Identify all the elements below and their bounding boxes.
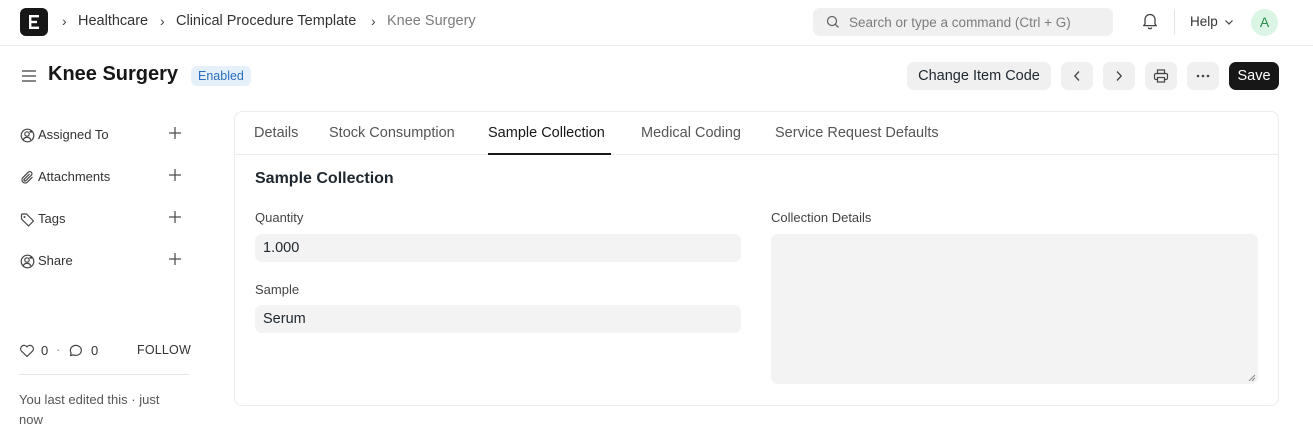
chevron-right-icon [1116,71,1123,81]
add-share-plus-icon[interactable] [168,252,182,266]
save-button[interactable]: Save [1229,62,1279,90]
navbar: › Healthcare › Clinical Procedure Templa… [0,0,1313,46]
tag-icon [20,213,35,227]
tab-stock-consumption[interactable]: Stock Consumption [329,125,455,141]
heart-icon[interactable] [19,343,35,358]
sidebar-item-tags[interactable]: Tags [20,210,185,230]
user-plus-icon [20,128,35,143]
next-record-button[interactable] [1103,62,1135,90]
sidebar-item-share[interactable]: Share [20,252,185,272]
comments-count: 0 [91,343,99,358]
quantity-field[interactable]: 1.000 [255,234,741,262]
breadcrumb-clinical-procedure-template[interactable]: Clinical Procedure Template [176,13,356,29]
search-input[interactable] [849,8,1109,36]
engagement-stats: 0 · 0 FOLLOW [19,342,191,360]
navbar-divider [1174,10,1175,34]
page-title: Knee Surgery [48,63,179,85]
print-button[interactable] [1145,62,1177,90]
status-badge: Enabled [191,66,251,86]
active-tab-indicator [488,153,611,155]
tab-service-request-defaults[interactable]: Service Request Defaults [775,125,939,141]
breadcrumb-healthcare[interactable]: Healthcare [78,13,148,29]
sidebar-item-label: Tags [38,211,66,226]
sample-label: Sample [255,282,300,297]
notification-bell-icon[interactable] [1142,12,1158,30]
chevron-left-icon [1073,71,1080,81]
search-bar[interactable] [813,8,1113,36]
avatar[interactable]: A [1251,9,1278,36]
quantity-label: Quantity [255,210,304,225]
sidebar-toggle-icon[interactable] [21,69,37,83]
sample-field[interactable]: Serum [255,305,741,333]
follow-button[interactable]: FOLLOW [137,343,191,357]
paperclip-icon [21,171,33,184]
help-label: Help [1190,14,1218,29]
sidebar-item-label: Assigned To [38,127,109,142]
section-title: Sample Collection [255,170,394,187]
more-actions-button[interactable] [1187,62,1219,90]
add-attachment-plus-icon[interactable] [168,168,182,182]
form-card: Details Stock Consumption Sample Collect… [234,111,1279,406]
breadcrumb-chevron-icon: › [371,13,376,29]
breadcrumb-current[interactable]: Knee Surgery [387,13,476,29]
resize-handle-icon[interactable] [1248,374,1256,382]
search-icon [826,15,839,28]
sidebar-item-label: Share [38,253,73,268]
comment-icon[interactable] [67,343,83,358]
sidebar-item-label: Attachments [38,169,111,184]
add-tag-plus-icon[interactable] [168,210,182,224]
app-logo[interactable] [20,8,48,36]
more-horizontal-icon [1196,74,1210,78]
sidebar-item-assigned-to[interactable]: Assigned To [20,126,185,146]
likes-count: 0 [41,343,49,358]
sidebar-divider [19,374,189,375]
collection-details-label: Collection Details [771,210,872,225]
chevron-down-icon [1225,20,1233,25]
breadcrumb-chevron-icon: › [160,13,165,29]
tab-details[interactable]: Details [254,125,298,141]
previous-record-button[interactable] [1061,62,1093,90]
app-logo-icon [29,15,39,29]
form-tabs: Details Stock Consumption Sample Collect… [235,112,1278,155]
help-dropdown[interactable]: Help [1190,14,1233,29]
sidebar-item-attachments[interactable]: Attachments [20,168,185,188]
tab-medical-coding[interactable]: Medical Coding [641,125,741,141]
tab-sample-collection[interactable]: Sample Collection [488,125,605,141]
printer-icon [1153,69,1169,83]
share-user-icon [20,254,35,269]
change-item-code-button[interactable]: Change Item Code [907,62,1051,90]
breadcrumb-chevron-icon: › [62,13,67,29]
add-assignee-plus-icon[interactable] [168,126,182,140]
last-edited-info: You last edited this · just now [19,392,160,427]
stats-separator: · [56,342,61,357]
collection-details-textarea[interactable] [771,234,1258,384]
